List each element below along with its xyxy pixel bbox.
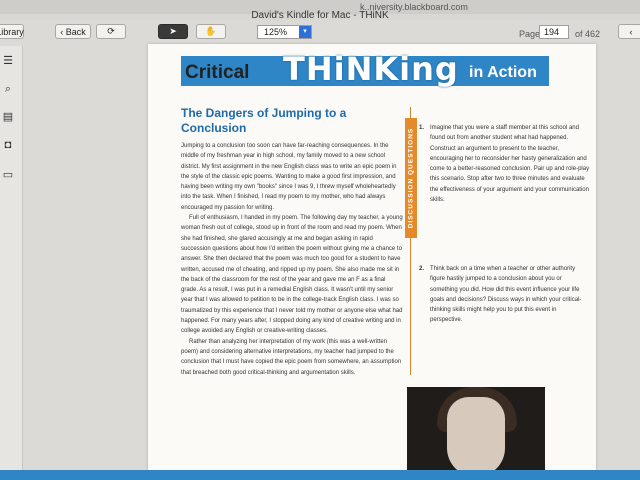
question-text: Think back on a time when a teacher or o… xyxy=(430,266,582,324)
question-item: 1. Imagine that you were a staff member … xyxy=(419,123,590,205)
sidebar: ☰ ⌕ ▤ ◘ ▭ xyxy=(0,46,23,480)
chevron-left-icon: ‹ xyxy=(629,26,633,37)
chevron-down-icon: ▾ xyxy=(299,26,311,38)
question-number: 2. xyxy=(419,266,425,272)
question-item: 2. Think back on a time when a teacher o… xyxy=(419,264,590,326)
hand-tool-button[interactable]: ✋ xyxy=(196,24,226,39)
library-button[interactable]: Library xyxy=(0,24,24,39)
banner-right: in Action xyxy=(469,64,537,81)
paragraph: Jumping to a conclusion too soon can hav… xyxy=(181,143,397,211)
photo-face xyxy=(447,397,505,474)
page-number-input[interactable]: 194 xyxy=(539,25,569,39)
discussion-label: DISCUSSION QUESTIONS xyxy=(407,127,415,229)
question-number: 1. xyxy=(419,125,425,131)
toolbar: Library ‹ Back ⟳ ➤ ✋ 125% ▾ Page 194 of … xyxy=(0,20,640,47)
layout-icon[interactable]: ▭ xyxy=(1,168,15,182)
page-total: of 462 xyxy=(575,29,601,39)
paragraph: Rather than analyzing her interpretation… xyxy=(181,338,402,376)
flashcards-icon[interactable]: ◘ xyxy=(1,138,15,152)
section-heading: The Dangers of Jumping to a Conclusion xyxy=(181,106,347,135)
prev-page-button[interactable]: ‹ xyxy=(618,24,640,39)
story-body: Jumping to a conclusion too soon can hav… xyxy=(181,141,403,378)
list-icon[interactable]: ☰ xyxy=(1,54,15,68)
screen: k..niversity.blackboard.com David's Kind… xyxy=(0,0,640,480)
portrait-photo xyxy=(407,387,545,474)
back-button[interactable]: ‹ Back xyxy=(55,24,91,39)
book-page: Critical THiNKing in Action The Dangers … xyxy=(148,44,596,474)
pointer-icon: ➤ xyxy=(169,26,177,36)
zoom-select[interactable]: 125% ▾ xyxy=(257,25,312,39)
hand-icon: ✋ xyxy=(205,26,217,36)
select-tool-button[interactable]: ➤ xyxy=(158,24,188,39)
banner-middle: THiNKing xyxy=(283,50,459,88)
zoom-value: 125% xyxy=(264,27,288,37)
bottom-progress-bar xyxy=(0,470,640,480)
page-label: Page xyxy=(519,29,541,39)
discussion-label-box: DISCUSSION QUESTIONS xyxy=(405,118,417,238)
notes-icon[interactable]: ▤ xyxy=(1,110,15,124)
question-text: Imagine that you were a staff member at … xyxy=(430,125,590,204)
search-icon[interactable]: ⌕ xyxy=(1,82,15,96)
paragraph: Full of enthusiasm, I handed in my poem.… xyxy=(181,215,403,335)
banner-left: Critical xyxy=(185,62,250,83)
chapter-banner: Critical THiNKing in Action xyxy=(181,50,549,88)
sync-icon: ⟳ xyxy=(107,26,115,36)
back-label: Back xyxy=(65,26,86,37)
sync-button[interactable]: ⟳ xyxy=(96,24,126,39)
